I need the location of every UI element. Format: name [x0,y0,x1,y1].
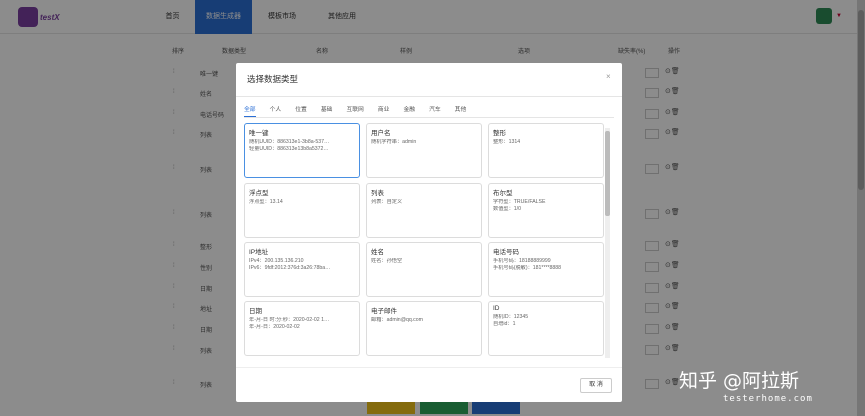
type-card-date[interactable]: 日期 年-月-日 时:分:秒：2020-02-02 1… 年-月-日：2020-… [244,301,360,356]
card-title: 电子邮件 [371,308,397,315]
card-example: 数值型：1/0 [493,206,521,212]
type-card-id[interactable]: ID 随机ID：12345 自增id：1 [488,301,604,356]
card-example: IPv6：9fdf:2012:376d:3a26:78ba… [249,265,331,271]
type-card-float[interactable]: 浮点型 浮点型：13.14 [244,183,360,238]
watermark-subtext: testerhome.com [723,394,813,404]
card-title: 用户名 [371,130,391,137]
card-example: 字符型：TRUE/FALSE [493,199,546,205]
type-card-integer[interactable]: 整形 整形：1314 [488,123,604,178]
card-title: 整形 [493,130,506,137]
card-title: 列表 [371,190,384,197]
type-card-phone[interactable]: 电话号码 手机号码：18188889999 手机号码(脱敏)：181****88… [488,242,604,297]
tab-business[interactable]: 商业 [378,105,390,117]
modal-footer-divider [236,367,622,368]
card-example: 轻量UUID：886313e13b8a5372… [249,146,329,152]
card-example: 自增id：1 [493,321,516,327]
card-example: 年-月-日：2020-02-02 [249,324,300,330]
category-tabs: 全部 个人 位置 基础 互联网 商业 金融 汽车 其他 [244,105,480,117]
type-card-email[interactable]: 电子邮件 邮箱：admin@qq.com [366,301,482,356]
card-title: 浮点型 [249,190,269,197]
data-type-modal: 选择数据类型 × 全部 个人 位置 基础 互联网 商业 金融 汽车 其他 唯一键… [236,63,622,402]
card-title: 姓名 [371,249,384,256]
type-card-username[interactable]: 用户名 随机字符串：admin [366,123,482,178]
card-example: 随机ID：12345 [493,314,529,320]
card-example: 手机号码(脱敏)：181****8888 [493,265,562,271]
type-card-ip-address[interactable]: IP地址 IPv4：200.135.136.210 IPv6：9fdf:2012… [244,242,360,297]
modal-divider [236,96,622,97]
card-example: 浮点型：13.14 [249,199,283,205]
card-example: 整形：1314 [493,139,521,145]
type-card-boolean[interactable]: 布尔型 字符型：TRUE/FALSE 数值型：1/0 [488,183,604,238]
tab-finance[interactable]: 金融 [403,105,415,117]
tab-personal[interactable]: 个人 [270,105,282,117]
data-type-grid: 唯一键 随机UUID：886313e1-3b8a-537… 轻量UUID：886… [244,123,614,363]
card-title: 电话号码 [493,249,519,256]
card-example: 随机UUID：886313e1-3b8a-537… [249,139,330,145]
card-title: 唯一键 [249,130,269,137]
card-title: 布尔型 [493,190,513,197]
card-title: IP地址 [249,249,269,256]
modal-title: 选择数据类型 [247,74,299,84]
close-icon[interactable]: × [606,72,611,81]
tab-all[interactable]: 全部 [244,105,256,117]
type-card-unique-key[interactable]: 唯一键 随机UUID：886313e1-3b8a-537… 轻量UUID：886… [244,123,360,178]
watermark-text: 知乎 @阿拉斯 [679,370,800,392]
card-example: 姓名：孙悟空 [371,258,403,264]
tab-auto[interactable]: 汽车 [429,105,441,117]
card-example: 年-月-日 时:分:秒：2020-02-02 1… [249,317,330,323]
card-example: IPv4：200.135.136.210 [249,258,304,264]
card-title: 日期 [249,308,262,315]
card-example: 列表：自定义 [371,199,403,205]
tab-other[interactable]: 其他 [455,105,467,117]
tab-internet[interactable]: 互联网 [346,105,363,117]
modal-scrollbar-thumb[interactable] [605,131,610,216]
cancel-button[interactable]: 取 消 [580,378,612,393]
card-example: 随机字符串：admin [371,139,417,145]
card-example: 手机号码：18188889999 [493,258,551,264]
tab-basic[interactable]: 基础 [321,105,333,117]
card-title: ID [493,305,500,312]
type-card-list[interactable]: 列表 列表：自定义 [366,183,482,238]
tabs-divider [244,117,614,118]
type-card-name[interactable]: 姓名 姓名：孙悟空 [366,242,482,297]
card-example: 邮箱：admin@qq.com [371,317,423,323]
tab-location[interactable]: 位置 [295,105,307,117]
